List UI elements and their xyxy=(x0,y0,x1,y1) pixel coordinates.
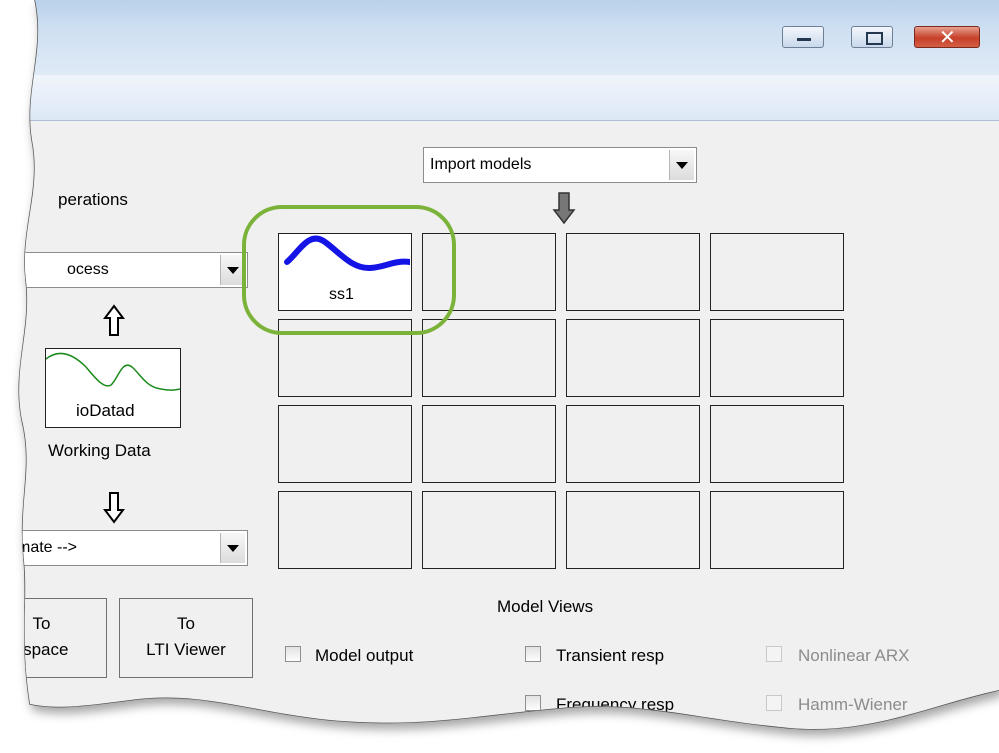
highlight-ring xyxy=(240,203,460,338)
transient-resp-checkbox[interactable] xyxy=(525,646,541,662)
preprocess-select-value: ocess xyxy=(67,261,109,278)
minimize-button[interactable] xyxy=(782,26,824,48)
model-cell-empty[interactable] xyxy=(566,405,700,483)
model-cell-empty[interactable] xyxy=(710,233,844,311)
model-cell-empty[interactable] xyxy=(566,233,700,311)
model-cell-empty[interactable] xyxy=(710,405,844,483)
menu-bar xyxy=(0,75,999,121)
model-cell-empty[interactable] xyxy=(422,491,556,569)
chevron-down-icon[interactable] xyxy=(669,150,694,180)
operations-title: perations xyxy=(58,190,128,209)
model-cell-empty[interactable] xyxy=(278,405,412,483)
close-button[interactable]: ✕ xyxy=(914,26,980,48)
arrow-down-icon xyxy=(102,490,126,524)
import-models-value: Import models xyxy=(430,156,532,173)
import-models-select[interactable]: Import models xyxy=(423,147,697,183)
preprocess-select[interactable]: ocess xyxy=(20,252,248,288)
hamm-wiener-checkbox[interactable] xyxy=(766,695,782,711)
maximize-button[interactable] xyxy=(851,26,893,48)
transient-resp-label: Transient resp xyxy=(556,646,665,665)
frequency-resp-checkbox[interactable] xyxy=(525,695,541,711)
to-lti-viewer-button[interactable]: To LTI Viewer xyxy=(119,598,253,678)
to-lti-viewer-line1: To xyxy=(177,614,195,633)
working-data-name: ioDatad xyxy=(76,401,135,420)
working-data-box[interactable]: ioDatad xyxy=(45,348,181,428)
maximize-icon xyxy=(866,32,883,45)
title-bar: ✕ xyxy=(0,0,999,76)
model-cell-empty[interactable] xyxy=(566,491,700,569)
model-cell-empty[interactable] xyxy=(710,491,844,569)
nonlinear-arx-checkbox[interactable] xyxy=(766,646,782,662)
model-cell-empty[interactable] xyxy=(710,319,844,397)
model-views-title: Model Views xyxy=(497,597,594,616)
model-cell-empty[interactable] xyxy=(566,319,700,397)
arrow-up-icon xyxy=(102,304,126,338)
model-output-label: Model output xyxy=(315,646,414,665)
hamm-wiener-label: Hamm-Wiener xyxy=(798,695,908,714)
to-lti-viewer-line2: LTI Viewer xyxy=(146,640,226,659)
working-data-plot xyxy=(46,349,180,399)
close-icon: ✕ xyxy=(939,25,956,49)
app-window: ✕ perations ocess ioDatad Working Data t… xyxy=(0,0,999,753)
minimize-icon xyxy=(797,38,811,41)
model-cell-empty[interactable] xyxy=(422,405,556,483)
arrow-down-icon xyxy=(552,190,576,226)
chevron-down-icon[interactable] xyxy=(220,533,245,563)
working-data-caption: Working Data xyxy=(48,441,151,460)
nonlinear-arx-label: Nonlinear ARX xyxy=(798,646,910,665)
model-output-checkbox[interactable] xyxy=(285,646,301,662)
estimate-select[interactable]: timate --> xyxy=(0,530,248,566)
model-cell-empty[interactable] xyxy=(278,491,412,569)
